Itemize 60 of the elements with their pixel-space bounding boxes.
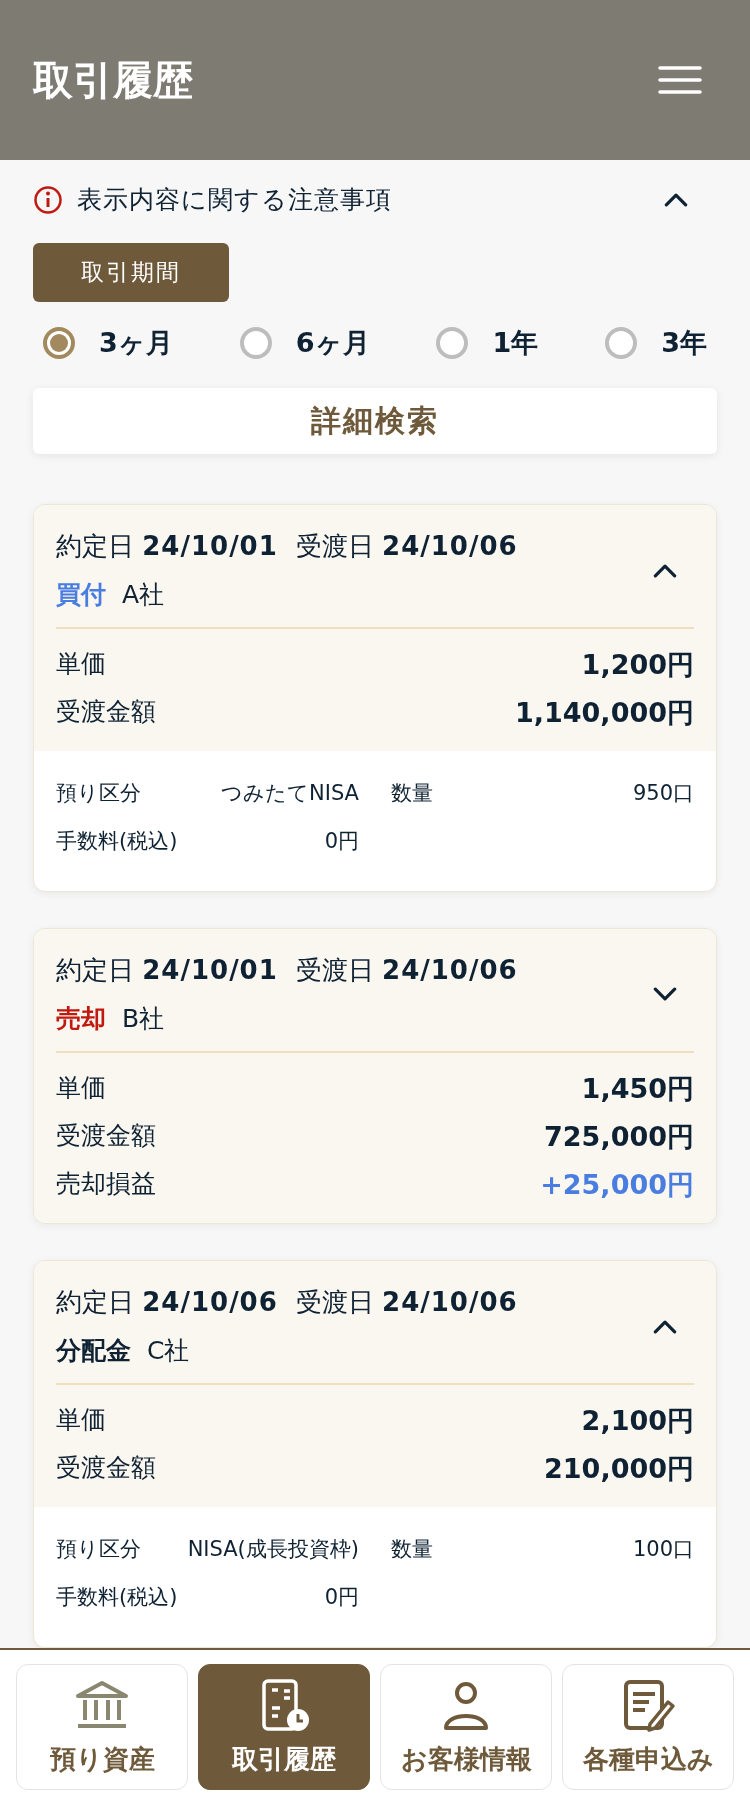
detail-value: 0円 (324, 1584, 359, 1611)
radio-label[interactable]: 6ヶ月 (295, 325, 370, 362)
trade-date: 約定日 24/10/06 (56, 1286, 278, 1319)
nav-tab[interactable]: 預り資産 (16, 1664, 188, 1790)
settle-date: 受渡日 24/10/06 (295, 954, 518, 987)
detail-value: 950口 (632, 780, 694, 807)
page-title: 取引履歴 (33, 55, 193, 105)
row-label: 売却損益 (56, 1168, 156, 1200)
company-name: C社 (147, 1335, 190, 1367)
company-name: A社 (122, 579, 165, 611)
trade-date: 約定日 24/10/01 (56, 530, 278, 563)
row-label: 単価 (56, 648, 106, 680)
chevron-icon[interactable] (652, 1318, 678, 1334)
row-value: +25,000円 (540, 1168, 694, 1202)
radio-label[interactable]: 3年 (661, 325, 707, 362)
detail-value: 100口 (632, 1536, 694, 1563)
detail-value: 0円 (324, 828, 359, 855)
settle-date: 受渡日 24/10/06 (295, 1286, 518, 1319)
detail-value: NISA(成長投資枠) (187, 1536, 359, 1563)
detail-label: 数量 (391, 1536, 433, 1563)
radio-button[interactable] (43, 327, 75, 360)
radio-label[interactable]: 1年 (492, 325, 539, 362)
row-label: 単価 (56, 1072, 106, 1104)
menu-icon[interactable] (658, 65, 702, 95)
row-value: 1,200円 (581, 648, 694, 682)
chevron-icon[interactable] (652, 986, 678, 1002)
trade-type: 売却 (56, 1003, 106, 1035)
row-label: 単価 (56, 1404, 106, 1436)
row-value: 210,000円 (544, 1452, 694, 1486)
row-value: 1,450円 (581, 1072, 694, 1106)
detail-value: つみたてNISA (221, 780, 359, 807)
detail-label: 預り区分 (56, 780, 141, 807)
info-icon (33, 184, 63, 215)
radio-button[interactable] (239, 327, 272, 360)
trade-date: 約定日 24/10/01 (56, 954, 278, 987)
detail-label: 手数料(税込) (56, 1584, 178, 1611)
radio-label[interactable]: 3ヶ月 (99, 325, 173, 362)
detail-label: 預り区分 (56, 1536, 141, 1563)
chevron-icon[interactable] (663, 192, 689, 208)
company-name: B社 (122, 1003, 165, 1035)
detail-search-button[interactable]: 詳細検索 (33, 388, 717, 454)
settle-date: 受渡日 24/10/06 (295, 530, 518, 563)
trade-type: 分配金 (56, 1335, 131, 1367)
nav-tab[interactable]: 各種申込み (562, 1664, 734, 1790)
radio-button[interactable] (436, 327, 469, 360)
row-label: 受渡金額 (56, 696, 156, 728)
notice-toggle[interactable]: 表示内容に関する注意事項 (77, 183, 649, 217)
row-label: 受渡金額 (56, 1452, 156, 1484)
trade-type: 買付 (56, 579, 106, 611)
period-label: 取引期間 (33, 243, 229, 303)
radio-button[interactable] (605, 327, 638, 360)
nav-tab[interactable]: 取引履歴 (198, 1664, 370, 1790)
chevron-icon[interactable] (652, 562, 678, 578)
row-value: 2,100円 (581, 1404, 694, 1438)
row-value: 1,140,000円 (514, 696, 694, 730)
row-label: 受渡金額 (56, 1120, 156, 1152)
detail-label: 数量 (391, 780, 433, 807)
row-value: 725,000円 (544, 1120, 694, 1154)
nav-tab[interactable]: お客様情報 (380, 1664, 552, 1790)
detail-label: 手数料(税込) (56, 828, 178, 855)
